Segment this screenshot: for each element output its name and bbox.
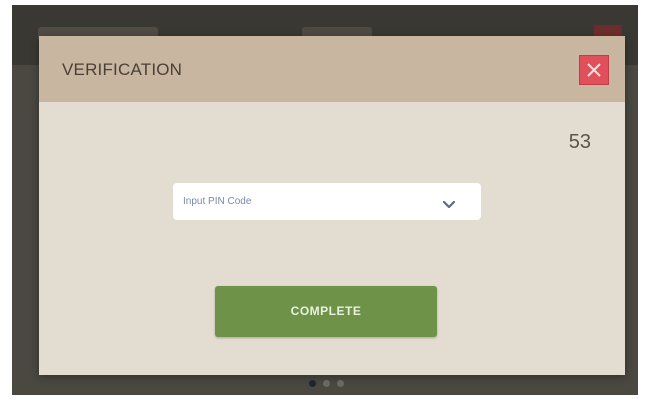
- page-dot[interactable]: [323, 380, 330, 387]
- app-backdrop: VERIFICATION 53 Input PIN Code COMPLETE: [12, 5, 638, 395]
- countdown-timer: 53: [568, 131, 591, 153]
- pin-code-placeholder: Input PIN Code: [183, 196, 252, 207]
- page-dot[interactable]: [309, 380, 316, 387]
- complete-button[interactable]: COMPLETE: [215, 286, 437, 337]
- page-dot[interactable]: [337, 380, 344, 387]
- dialog-title: VERIFICATION: [62, 60, 183, 79]
- close-icon: [587, 63, 601, 77]
- dialog-header: VERIFICATION: [39, 36, 625, 102]
- pin-code-select[interactable]: Input PIN Code: [173, 183, 481, 220]
- verification-dialog: VERIFICATION 53 Input PIN Code COMPLETE: [39, 36, 625, 375]
- close-button[interactable]: [579, 55, 609, 85]
- chevron-down-icon: [442, 196, 456, 214]
